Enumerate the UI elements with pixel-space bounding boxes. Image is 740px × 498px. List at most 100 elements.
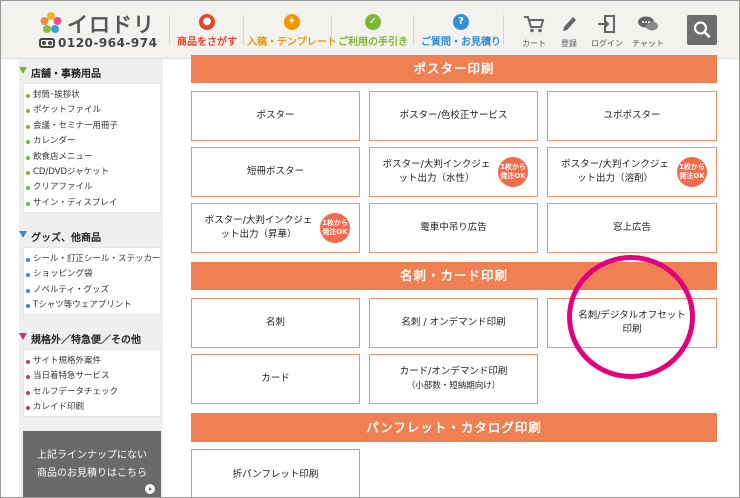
product-card[interactable]: ポスター/色校正サービス [369,91,538,141]
site-logo[interactable]: イロドリ 0120-964-974 [39,9,179,53]
sidebar-heading-goods: グッズ、他商品 [19,229,163,244]
sidebar-item[interactable]: 飲食店メニュー [24,150,160,165]
sidebar-heading-other: 規格外／特急便／その他 [19,331,163,346]
card-label: ユポポスター [603,110,661,121]
card-sublabel: （小部数・短納期向け） [406,381,501,391]
sidebar-item-label: サイト規格外案件 [33,356,102,366]
sidebar-item[interactable]: ポケットファイル [24,103,160,118]
product-card[interactable]: 電車中吊り広告 [369,203,538,253]
nav-divider [169,15,170,45]
sidebar-item[interactable]: 会議・セミナー用冊子 [24,119,160,134]
sidebar-item[interactable]: サイン・ディスプレイ [24,196,160,211]
card-label: 短冊ポスター [246,166,304,177]
bullet-icon [26,406,30,411]
tool-label: チャット [632,39,664,48]
bullet-icon [26,273,30,278]
card-label: カード/オンデマンド印刷 [399,366,508,377]
sidebar-item[interactable]: セルフデータチェック [24,385,160,400]
quote-line: 上記ラインナップにない [37,450,147,461]
order-from-one-badge: 1枚から発注OK [498,157,528,187]
product-card[interactable]: カード/オンデマンド印刷 （小部数・短納期向け） [369,354,538,404]
sidebar-item-label: 封筒･挨拶状 [33,90,80,100]
card-label: ポスター [256,110,295,121]
logo-text: イロドリ [67,13,155,37]
sidebar-item[interactable]: カレンダー [24,134,160,149]
nav-templates[interactable]: ✦ 入稿・テンプレート [247,14,337,48]
bullet-icon [26,124,30,129]
sidebar-item[interactable]: CD/DVDジャケット [24,165,160,180]
pencil-icon [563,17,576,31]
card-label: カード [261,373,290,384]
sidebar-item[interactable]: 当日着特急サービス [24,369,160,384]
nav-guide[interactable]: ✓ ご利用の手引き [338,14,408,48]
sidebar-item[interactable]: ノベルティ・グッズ [24,283,160,298]
sidebar-item-label: CD/DVDジャケット [33,166,110,177]
sidebar-item[interactable]: クリアファイル [24,180,160,195]
product-card[interactable]: ユポポスター [547,91,717,141]
sidebar-item-label: シール・訂正シール・ステッカー [33,254,161,264]
order-from-one-badge: 1枚から発注OK [677,157,707,187]
tool-label: 登録 [561,39,577,48]
card-label: 名刺/デジタルオフセット印刷 [578,310,686,335]
site-header: イロドリ 0120-964-974 ● 商品をさがす ✦ 入稿・テンプレート ✓… [1,1,739,59]
bullet-icon [26,288,30,293]
sidebar-item[interactable]: シール・訂正シール・ステッカー [24,252,161,267]
card-label: 名刺 / オンデマンド印刷 [401,317,506,328]
chat-button[interactable]: チャット [628,15,668,49]
custom-quote-banner[interactable]: 上記ラインナップにない 商品のお見積りはこちら [23,431,161,497]
sidebar-heading-text: 規格外／特急便／その他 [31,335,141,346]
sidebar-item[interactable]: サイト規格外案件 [24,354,160,369]
bullet-icon [26,170,30,175]
bullet-icon [26,258,30,262]
product-card[interactable]: 名刺 / オンデマンド印刷 [369,298,538,348]
bullet-icon [26,360,30,364]
bullet-icon [26,390,30,395]
sidebar-heading-text: 店舗・事務用品 [31,69,101,80]
product-card[interactable]: 折パンフレット印刷 [191,449,360,497]
product-card[interactable]: 名刺/デジタルオフセット印刷 [547,298,717,348]
product-card[interactable]: ポスター/大判インクジェット出力（溶剤） 1枚から発注OK [547,147,717,197]
sidebar-item-label: ポケットファイル [33,105,102,116]
section-banner-pamphlets: パンフレット・カタログ印刷 [191,413,717,442]
cart-button[interactable]: カート [514,15,554,49]
product-card[interactable]: カード [191,354,360,404]
guide-icon: ✓ [365,14,381,30]
bullet-icon [26,155,30,160]
nav-faq-quote[interactable]: ? ご質問・お見積り [421,14,501,48]
sidebar-item[interactable]: カレイド印刷 [24,400,160,415]
phone-number[interactable]: 0120-964-974 [39,36,157,50]
register-button[interactable]: 登録 [549,15,589,49]
sidebar-item[interactable]: Tシャツ等ウェアプリント [24,298,160,313]
login-icon [598,15,615,33]
product-card[interactable]: 名刺 [191,298,360,348]
nav-search-products[interactable]: ● 商品をさがす [177,14,237,48]
product-card[interactable]: 窓上広告 [547,203,717,253]
nav-label: 商品をさがす [177,37,237,48]
card-label: ポスター/大判インクジェット出力（昇華） [204,215,313,240]
bullet-icon [26,304,30,309]
phone-number-text: 0120-964-974 [58,36,158,50]
quote-line: 商品のお見積りはこちら [37,468,147,479]
sidebar-item-label: ノベルティ・グッズ [33,284,109,295]
card-label: ポスター/大判インクジェット出力（溶剤） [561,159,669,184]
search-button[interactable] [687,15,717,45]
triangle-icon [19,333,27,340]
sidebar-item[interactable]: ショッピング袋 [24,267,160,282]
product-card[interactable]: ポスター [191,91,360,141]
section-banner-business-cards: 名刺・カード印刷 [191,262,717,290]
tool-label: ログイン [591,39,623,48]
sidebar-item-label: ショッピング袋 [33,269,93,280]
sidebar-item[interactable]: 封筒･挨拶状 [24,88,160,103]
product-card[interactable]: 短冊ポスター [191,147,360,197]
sidebar-item-label: サイン・ディスプレイ [33,197,118,208]
product-card[interactable]: ポスター/大判インクジェット出力（水性） 1枚から発注OK [369,147,538,197]
sidebar-item-label: Tシャツ等ウェアプリント [33,300,132,311]
sidebar-item-label: 飲食店メニュー [33,151,93,162]
sidebar-heading-text: グッズ、他商品 [31,233,101,244]
page-frame: イロドリ 0120-964-974 ● 商品をさがす ✦ 入稿・テンプレート ✓… [0,0,740,498]
login-button[interactable]: ログイン [587,15,627,49]
sidebar-item-label: 会議・セミナー用冊子 [33,120,119,131]
bullet-icon [26,140,30,145]
sidebar-item-label: セルフデータチェック [33,386,119,397]
product-card[interactable]: ポスター/大判インクジェット出力（昇華） 1枚から発注OK [191,203,360,253]
